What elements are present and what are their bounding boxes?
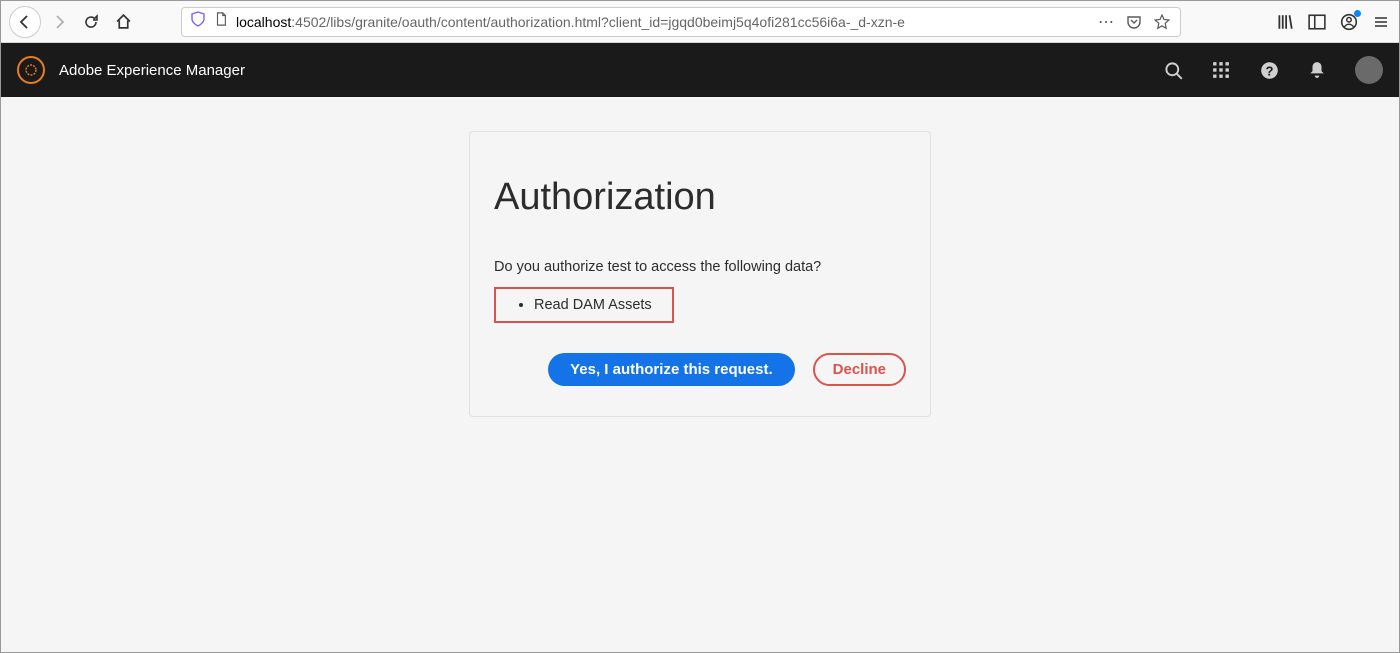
arrow-right-icon <box>51 14 67 30</box>
authorization-prompt: Do you authorize test to access the foll… <box>494 259 906 275</box>
search-icon[interactable] <box>1163 60 1183 80</box>
decline-button[interactable]: Decline <box>813 353 906 386</box>
browser-right-icons <box>1275 12 1391 32</box>
aem-header: Adobe Experience Manager ? <box>1 43 1399 97</box>
library-icon[interactable] <box>1275 12 1295 32</box>
scope-highlight-box: Read DAM Assets <box>494 287 674 323</box>
bell-icon[interactable] <box>1307 60 1327 80</box>
address-bar[interactable]: localhost:4502/libs/granite/oauth/conten… <box>181 7 1181 37</box>
content-area: Authorization Do you authorize test to a… <box>1 97 1399 652</box>
pocket-icon[interactable] <box>1124 14 1144 30</box>
reload-icon <box>83 14 99 30</box>
arrow-left-icon <box>17 14 33 30</box>
home-icon <box>115 13 132 30</box>
back-button[interactable] <box>9 6 41 38</box>
scope-item: Read DAM Assets <box>534 297 652 313</box>
bookmark-star-icon[interactable] <box>1152 14 1172 30</box>
button-row: Yes, I authorize this request. Decline <box>494 353 906 386</box>
account-icon[interactable] <box>1339 12 1359 32</box>
help-icon[interactable]: ? <box>1259 60 1279 80</box>
reload-button[interactable] <box>77 8 105 36</box>
authorization-card: Authorization Do you authorize test to a… <box>469 131 931 417</box>
svg-text:?: ? <box>1265 63 1273 78</box>
forward-button[interactable] <box>45 8 73 36</box>
shield-icon <box>190 11 206 32</box>
aem-title: Adobe Experience Manager <box>59 62 245 79</box>
aem-logo-icon[interactable] <box>17 56 45 84</box>
browser-toolbar: localhost:4502/libs/granite/oauth/conten… <box>1 1 1399 43</box>
page-actions-icon[interactable]: ⋯ <box>1096 12 1116 32</box>
url-text: localhost:4502/libs/granite/oauth/conten… <box>236 14 1088 30</box>
user-avatar[interactable] <box>1355 56 1383 84</box>
authorize-button[interactable]: Yes, I authorize this request. <box>548 353 795 386</box>
page-icon <box>214 12 228 31</box>
apps-grid-icon[interactable] <box>1211 60 1231 80</box>
page-title: Authorization <box>494 176 906 219</box>
sidebar-icon[interactable] <box>1307 12 1327 32</box>
menu-icon[interactable] <box>1371 12 1391 32</box>
home-button[interactable] <box>109 8 137 36</box>
